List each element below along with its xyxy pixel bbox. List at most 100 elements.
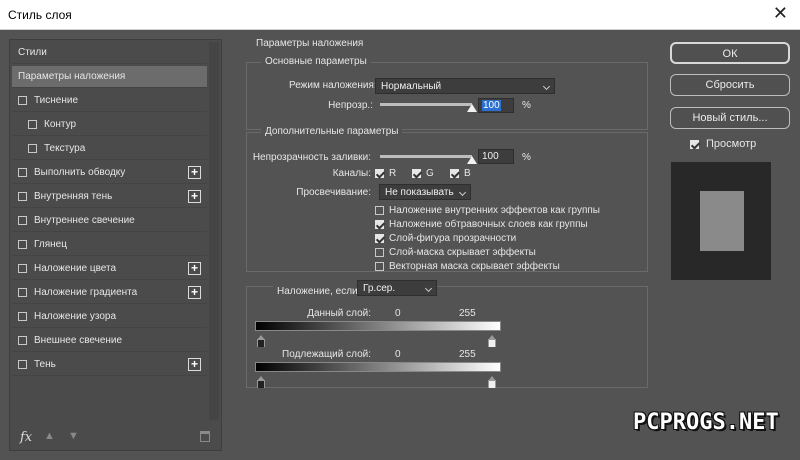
style-item[interactable]: Контур xyxy=(12,114,207,136)
underlying-layer-black-stop[interactable] xyxy=(257,376,265,388)
advanced-option-checkbox[interactable] xyxy=(375,248,384,257)
style-item[interactable]: Внешнее свечение xyxy=(12,330,207,352)
underlying-layer-label: Подлежащий слой: xyxy=(282,349,371,360)
add-effect-icon[interactable]: + xyxy=(188,166,201,179)
preview-checkbox[interactable] xyxy=(690,140,699,149)
reset-button[interactable]: Сбросить xyxy=(670,74,790,96)
style-item[interactable]: Наложение градиента + xyxy=(12,282,207,304)
style-item-checkbox[interactable] xyxy=(18,312,27,321)
style-item-checkbox[interactable] xyxy=(18,216,27,225)
style-item[interactable]: Стили xyxy=(12,42,207,64)
add-effect-icon[interactable]: + xyxy=(188,286,201,299)
style-item-checkbox[interactable] xyxy=(18,168,27,177)
this-layer-black-stop[interactable] xyxy=(257,335,265,347)
channel-g-checkbox[interactable] xyxy=(412,169,421,178)
add-effect-icon[interactable]: + xyxy=(188,262,201,275)
opacity-input[interactable]: 100 xyxy=(478,98,514,113)
channel-b-checkbox[interactable] xyxy=(450,169,459,178)
style-item-label: Контур xyxy=(44,119,77,130)
style-item-checkbox[interactable] xyxy=(18,192,27,201)
knockout-value: Не показывать xyxy=(385,187,454,198)
style-item-checkbox[interactable] xyxy=(18,264,27,273)
style-item-label: Внутренняя тень xyxy=(34,191,113,202)
advanced-option-label: Наложение внутренних эффектов как группы xyxy=(389,205,600,216)
ok-button[interactable]: ОК xyxy=(670,42,790,64)
advanced-option-checkbox[interactable] xyxy=(375,262,384,271)
fill-opacity-slider-thumb[interactable] xyxy=(467,156,477,164)
advanced-title: Дополнительные параметры xyxy=(261,126,403,137)
watermark: PCPROGS.NET xyxy=(633,410,779,435)
fill-opacity-slider[interactable] xyxy=(380,155,472,158)
style-item[interactable]: Параметры наложения xyxy=(12,66,207,88)
close-icon[interactable]: ✕ xyxy=(773,4,788,22)
opacity-slider-thumb[interactable] xyxy=(467,104,477,112)
fill-opacity-label: Непрозрачность заливки: xyxy=(252,152,371,163)
knockout-select[interactable]: Не показывать xyxy=(379,184,471,200)
style-item-label: Выполнить обводку xyxy=(34,167,126,178)
blending-options: Параметры наложения Основные параметры Р… xyxy=(238,34,658,454)
style-item[interactable]: Наложение узора xyxy=(12,306,207,328)
new-style-button[interactable]: Новый стиль... xyxy=(670,107,790,129)
style-item-checkbox[interactable] xyxy=(28,120,37,129)
style-item-label: Текстура xyxy=(44,143,86,154)
style-item-checkbox[interactable] xyxy=(28,144,37,153)
blend-if-select[interactable]: Гр.сер. xyxy=(357,280,437,296)
style-item-checkbox[interactable] xyxy=(18,360,27,369)
add-effect-icon[interactable]: + xyxy=(188,358,201,371)
style-item-checkbox[interactable] xyxy=(18,336,27,345)
style-item-checkbox[interactable] xyxy=(18,240,27,249)
channel-g-label: G xyxy=(426,168,434,179)
style-item-label: Наложение узора xyxy=(34,311,117,322)
style-item-checkbox[interactable] xyxy=(18,96,27,105)
style-item[interactable]: Внутреннее свечение xyxy=(12,210,207,232)
advanced-option-checkbox[interactable] xyxy=(375,220,384,229)
title-bar: Стиль слоя ✕ xyxy=(0,0,800,30)
styles-scrollbar[interactable] xyxy=(209,42,219,420)
style-item[interactable]: Выполнить обводку + xyxy=(12,162,207,184)
this-layer-white-stop[interactable] xyxy=(488,335,496,347)
advanced-option-checkbox[interactable] xyxy=(375,234,384,243)
style-item[interactable]: Тень + xyxy=(12,354,207,376)
advanced-option-checkbox[interactable] xyxy=(375,206,384,215)
preview-swatch xyxy=(700,191,744,251)
this-layer-label: Данный слой: xyxy=(307,308,371,319)
chevron-down-icon xyxy=(542,82,551,91)
channel-r-checkbox[interactable] xyxy=(375,169,384,178)
blend-mode-label: Режим наложения: xyxy=(289,80,377,91)
move-up-icon[interactable]: ▲ xyxy=(44,430,55,442)
blend-mode-value: Нормальный xyxy=(381,81,442,92)
underlying-layer-white-stop[interactable] xyxy=(488,376,496,388)
fill-opacity-input[interactable]: 100 xyxy=(478,149,514,164)
preview-label: Просмотр xyxy=(706,138,757,150)
style-item[interactable]: Наложение цвета + xyxy=(12,258,207,280)
move-down-icon[interactable]: ▼ xyxy=(68,430,79,442)
style-item-label: Стили xyxy=(18,47,47,58)
style-item-label: Тень xyxy=(34,359,56,370)
advanced-option-label: Слой-фигура прозрачности xyxy=(389,233,517,244)
knockout-label: Просвечивание: xyxy=(296,187,371,198)
chevron-down-icon xyxy=(424,284,433,293)
style-item[interactable]: Глянец xyxy=(12,234,207,256)
style-item-label: Глянец xyxy=(34,239,67,250)
underlying-layer-min: 0 xyxy=(395,349,401,360)
opacity-label: Непрозр.: xyxy=(328,100,373,111)
style-item[interactable]: Текстура xyxy=(12,138,207,160)
preview-thumbnail xyxy=(671,162,771,280)
blend-if-label: Наложение, если: xyxy=(273,286,365,297)
trash-icon[interactable] xyxy=(200,431,210,442)
style-item[interactable]: Внутренняя тень + xyxy=(12,186,207,208)
style-item-label: Параметры наложения xyxy=(18,71,126,82)
advanced-option-label: Наложение обтравочных слоев как группы xyxy=(389,219,588,230)
fill-opacity-percent: % xyxy=(522,152,531,163)
blend-mode-select[interactable]: Нормальный xyxy=(375,78,555,94)
advanced-option-label: Слой-маска скрывает эффекты xyxy=(389,247,536,258)
advanced-group: Дополнительные параметры Непрозрачность … xyxy=(246,126,648,272)
opacity-slider[interactable] xyxy=(380,103,472,106)
styles-panel: Стили Параметры наложения Тиснение Контур Те… xyxy=(9,39,222,451)
fx-icon[interactable]: fx xyxy=(20,430,32,445)
style-item[interactable]: Тиснение xyxy=(12,90,207,112)
this-layer-max: 255 xyxy=(459,308,476,319)
style-item-checkbox[interactable] xyxy=(18,288,27,297)
blend-if-value: Гр.сер. xyxy=(363,283,396,294)
add-effect-icon[interactable]: + xyxy=(188,190,201,203)
